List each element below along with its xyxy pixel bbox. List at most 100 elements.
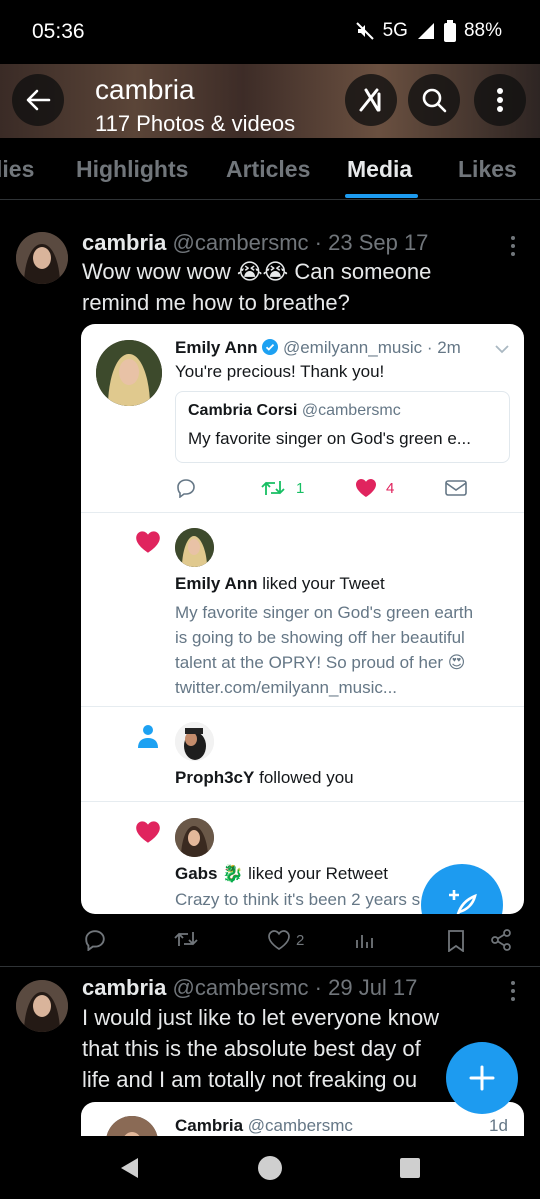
search-button[interactable] (408, 74, 460, 126)
tweet-header: cambria @cambersmc · 29 Jul 17 (82, 975, 417, 1001)
divider (81, 801, 524, 802)
avatar[interactable] (16, 980, 68, 1032)
tweet-text-line: remind me how to breathe? (82, 290, 350, 315)
tweet-date: · 29 Jul 17 (314, 975, 418, 1000)
divider (81, 512, 524, 513)
reply-button[interactable] (84, 929, 106, 951)
page-subtitle: 117 Photos & videos (95, 111, 296, 136)
notification-title: Proph3cY followed you (175, 768, 354, 788)
back-button[interactable] (12, 74, 64, 126)
reply-icon (177, 479, 195, 498)
heart-filled-icon (356, 479, 376, 497)
bookmark-icon (448, 930, 464, 952)
tab-replies[interactable]: lies (0, 156, 34, 183)
notification-line: My favorite singer on God's green earth (175, 603, 474, 622)
tab-likes[interactable]: Likes (458, 156, 517, 183)
recents-square-icon[interactable] (399, 1157, 421, 1179)
home-circle-icon[interactable] (257, 1155, 283, 1181)
retweet-icon (261, 481, 285, 495)
vertical-dots-icon (497, 88, 503, 112)
retweet-icon (174, 932, 198, 946)
system-nav-bar (0, 1136, 540, 1199)
verified-badge-icon (262, 339, 279, 355)
chevron-down-icon (495, 345, 509, 354)
notification-action: liked your Retweet (248, 864, 388, 883)
grok-icon (359, 88, 381, 112)
tab-highlights[interactable]: Highlights (76, 156, 188, 183)
tab-articles[interactable]: Articles (226, 156, 310, 183)
embed-handle: @cambersmc (247, 1116, 353, 1135)
embed-time: 1d (489, 1116, 508, 1135)
compose-button[interactable] (446, 1042, 518, 1114)
tweet-text-line: Wow wow wow 😭😭 Can someone (82, 259, 432, 284)
active-tab-indicator (345, 194, 418, 198)
share-icon (491, 929, 511, 951)
views-button[interactable] (354, 931, 374, 949)
avatar (175, 722, 214, 761)
bookmark-button[interactable] (447, 930, 465, 952)
battery-icon (443, 20, 456, 42)
quoted-tweet: Cambria Corsi @cambersmc My favorite sin… (175, 391, 510, 463)
user-handle: @cambersmc (172, 975, 309, 1000)
compose-button-in-image (421, 864, 503, 914)
like-count: 2 (296, 931, 305, 949)
page-title: cambria (95, 74, 195, 105)
reply-text: You're precious! Thank you! (175, 362, 385, 381)
plus-icon (469, 1065, 495, 1091)
tweet-header: cambria @cambersmc · 23 Sep 17 (82, 230, 428, 256)
avatar (175, 528, 214, 567)
search-icon (422, 88, 447, 113)
reply-header: Emily Ann @emilyann_music · 2m (175, 338, 461, 358)
heart-filled-icon (136, 531, 160, 553)
back-arrow-icon (26, 89, 51, 111)
notification-user: Emily Ann (175, 574, 258, 593)
notification-title: Gabs 🐉 liked your Retweet (175, 864, 388, 884)
heart-icon (268, 930, 290, 950)
like-count: 4 (386, 480, 395, 497)
bar-chart-icon (356, 935, 373, 948)
dm-icon (445, 480, 467, 496)
notification-user: Gabs 🐉 (175, 864, 244, 883)
status-time: 05:36 (32, 20, 85, 43)
network-label: 5G (382, 20, 408, 41)
reply-handle: @emilyann_music · 2m (282, 338, 461, 357)
quoted-handle: @cambersmc (301, 402, 401, 419)
display-name[interactable]: cambria (82, 975, 166, 1000)
grok-button[interactable] (345, 74, 397, 126)
back-triangle-icon[interactable] (118, 1156, 140, 1180)
notification-user: Proph3cY (175, 768, 255, 787)
tweet-date: · 23 Sep 17 (314, 230, 429, 255)
embed-header: Cambria @cambersmc (175, 1116, 353, 1136)
quoted-name: Cambria Corsi (188, 402, 298, 419)
notification-body: My favorite singer on God's green earth … (175, 600, 473, 700)
profile-tabs: lies Highlights Articles Media Likes (0, 138, 540, 200)
notification-line: Crazy to think it's been 2 years s (175, 890, 421, 909)
notification-title: Emily Ann liked your Tweet (175, 574, 385, 594)
feather-plus-icon (449, 890, 477, 914)
notification-line: talent at the OPRY! So proud of her 😍 (175, 653, 466, 672)
quoted-text: My favorite singer on God's green e... (188, 429, 471, 448)
avatar (106, 1116, 158, 1136)
retweet-button[interactable] (174, 930, 198, 948)
avatar (96, 340, 162, 406)
media-image[interactable]: Cambria @cambersmc 1d (81, 1102, 524, 1136)
tweet-actions: 2 (0, 925, 540, 955)
profile-header: cambria 117 Photos & videos (0, 64, 540, 138)
share-button[interactable] (490, 929, 512, 951)
tweet-text-line: I would just like to let everyone know (82, 1005, 440, 1030)
notification-line: is going to be showing off her beautiful (175, 628, 465, 647)
status-icons: 5G 88% (355, 20, 502, 42)
like-button[interactable]: 2 (268, 930, 304, 950)
display-name[interactable]: cambria (82, 230, 166, 255)
embed-name: Cambria (175, 1116, 244, 1135)
notification-line: twitter.com/emilyann_music... (175, 678, 398, 697)
more-options-button[interactable] (474, 74, 526, 126)
battery-level: 88% (463, 20, 502, 41)
avatar[interactable] (16, 232, 68, 284)
reply-name: Emily Ann (175, 338, 258, 357)
person-icon (138, 725, 158, 748)
avatar (175, 818, 214, 857)
media-image[interactable]: Emily Ann @emilyann_music · 2m You're pr… (81, 324, 524, 914)
tab-media[interactable]: Media (347, 156, 412, 183)
heart-filled-icon (136, 821, 160, 843)
